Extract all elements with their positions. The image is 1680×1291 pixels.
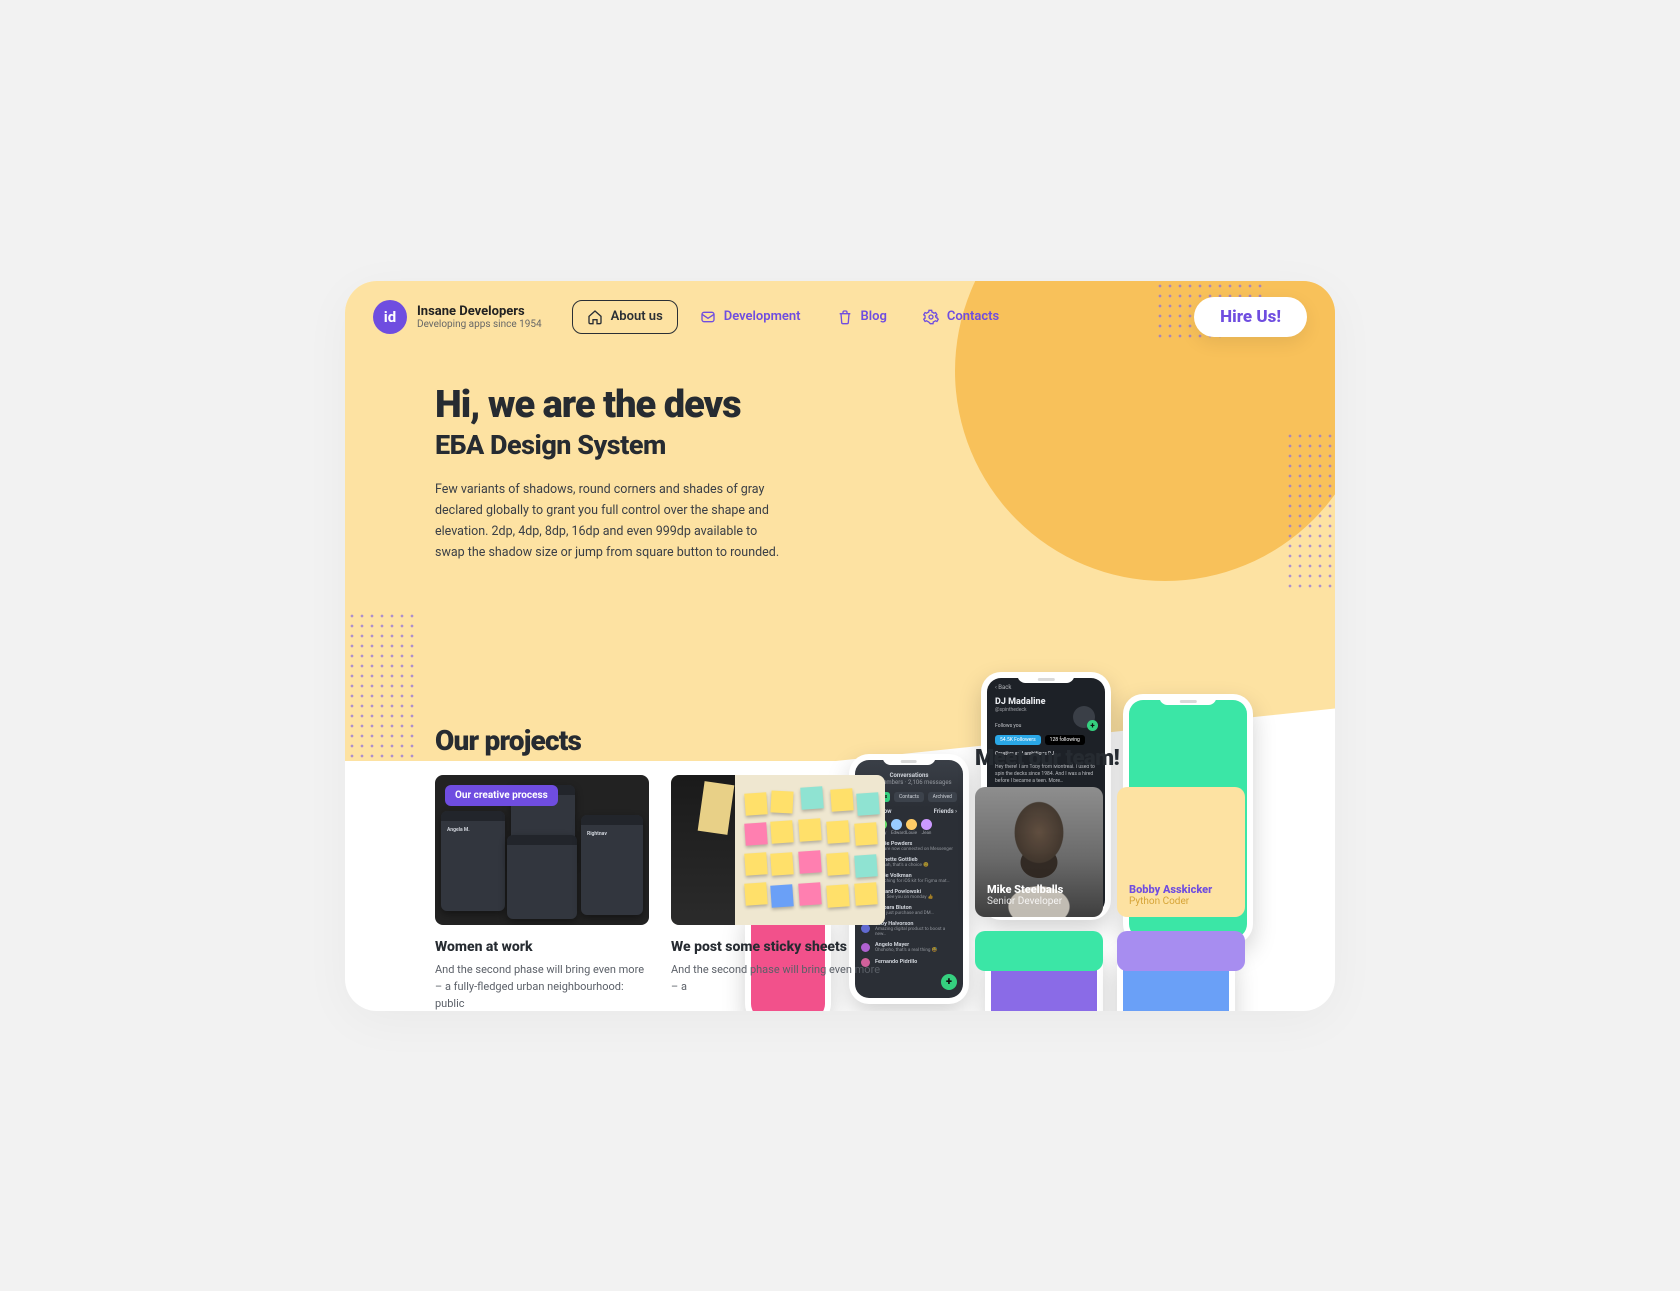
gear-icon xyxy=(923,309,939,325)
team-title: Meet our team! xyxy=(975,746,1245,771)
nav-development[interactable]: Development xyxy=(686,301,815,333)
team-card-placeholder[interactable] xyxy=(1117,931,1245,971)
project-desc: And the second phase will bring even mor… xyxy=(435,961,649,1011)
hire-us-button[interactable]: Hire Us! xyxy=(1194,297,1307,337)
nav-blog[interactable]: Blog xyxy=(823,301,901,333)
nav-contacts[interactable]: Contacts xyxy=(909,301,1013,333)
hero-body: Few variants of shadows, round corners a… xyxy=(435,479,785,564)
hero-subtitle: ЕБА Design System xyxy=(435,429,865,461)
team-role: Python Coder xyxy=(1129,896,1233,907)
home-icon xyxy=(587,309,603,325)
brand-logo[interactable]: id Insane Developers Developing apps sin… xyxy=(373,300,542,334)
trash-icon xyxy=(837,309,853,325)
team-role: Senior Developer xyxy=(987,896,1091,907)
project-card[interactable]: Angela M. Rightnav Our creative process … xyxy=(435,775,649,1011)
project-title: Women at work xyxy=(435,939,649,955)
nav-label: Development xyxy=(724,309,801,324)
team-card-bobby[interactable]: Bobby Asskicker Python Coder xyxy=(1117,787,1245,917)
ui-name: Angela M. xyxy=(447,827,470,833)
nav-label: Blog xyxy=(861,309,887,324)
logo-text: Insane Developers Developing apps since … xyxy=(417,304,542,330)
projects-title: Our projects xyxy=(435,724,915,757)
nav-about-us[interactable]: About us xyxy=(572,300,678,334)
logo-mark: id xyxy=(373,300,407,334)
hero-title: Hi, we are the devs xyxy=(435,383,865,427)
project-image: Angela M. Rightnav Our creative process xyxy=(435,775,649,925)
brand-tagline: Developing apps since 1954 xyxy=(417,319,542,330)
team-name: Mike Steelballs xyxy=(987,883,1091,896)
ui-name: Rightnav xyxy=(587,831,607,837)
project-card[interactable]: We post some sticky sheets And the secon… xyxy=(671,775,885,1011)
inbox-icon xyxy=(700,309,716,325)
page-card: id Insane Developers Developing apps sin… xyxy=(345,281,1335,1011)
team-name: Bobby Asskicker xyxy=(1129,883,1233,896)
project-desc: And the second phase will bring even mor… xyxy=(671,961,885,995)
nav-label: About us xyxy=(611,309,663,324)
top-nav: id Insane Developers Developing apps sin… xyxy=(345,281,1335,353)
team-card-placeholder[interactable] xyxy=(975,931,1103,971)
hero-content: Hi, we are the devs ЕБА Design System Fe… xyxy=(345,353,865,564)
team-card-mike[interactable]: Mike Steelballs Senior Developer xyxy=(975,787,1103,917)
brand-name: Insane Developers xyxy=(417,304,542,319)
project-badge: Our creative process xyxy=(445,785,558,806)
project-title: We post some sticky sheets xyxy=(671,939,885,955)
nav-label: Contacts xyxy=(947,309,999,324)
project-image xyxy=(671,775,885,925)
